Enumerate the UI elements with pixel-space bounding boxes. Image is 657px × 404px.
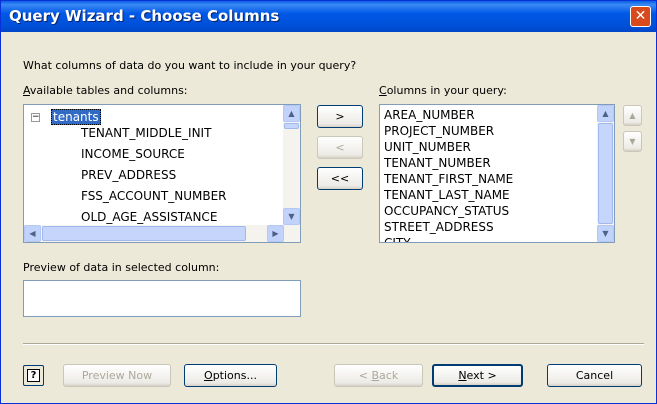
available-column-item[interactable]: TENANT_MIDDLE_INIT xyxy=(81,125,211,141)
selected-column-item[interactable]: UNIT_NUMBER xyxy=(384,139,471,155)
back-button[interactable]: < Back xyxy=(334,364,423,387)
help-icon: ? xyxy=(27,369,40,382)
selected-columns-items: AREA_NUMBER PROJECT_NUMBER UNIT_NUMBER T… xyxy=(384,107,594,242)
window-title: Query Wizard - Choose Columns xyxy=(9,7,280,25)
move-up-arrow-icon: ▲ xyxy=(629,111,636,120)
available-columns-list: TENANT_MIDDLE_INIT INCOME_SOURCE PREV_AD… xyxy=(81,125,281,225)
horizontal-scroll-thumb[interactable] xyxy=(42,226,246,241)
scroll-thumb[interactable] xyxy=(598,123,613,224)
available-horizontal-scrollbar[interactable]: ◀ ▶ xyxy=(24,225,300,242)
help-button[interactable]: ? xyxy=(23,365,44,386)
scroll-up-arrow-icon[interactable]: ▲ xyxy=(283,105,300,122)
selected-column-item[interactable]: TENANT_NUMBER xyxy=(384,155,491,171)
remove-all-columns-button[interactable]: << xyxy=(317,167,363,190)
query-wizard-window: Query Wizard - Choose Columns ✕ What col… xyxy=(0,0,657,404)
move-down-button[interactable]: ▼ xyxy=(623,131,642,152)
options-button[interactable]: Options... xyxy=(184,364,277,387)
move-up-button[interactable]: ▲ xyxy=(623,105,642,126)
collapse-toggle-icon[interactable]: − xyxy=(31,113,40,122)
available-columns-tree[interactable]: − tenants TENANT_MIDDLE_INIT INCOME_SOUR… xyxy=(23,104,301,243)
selected-column-item[interactable]: PROJECT_NUMBER xyxy=(384,123,494,139)
selected-column-item[interactable]: OCCUPANCY_STATUS xyxy=(384,203,509,219)
footer-divider xyxy=(23,343,644,345)
scroll-up-arrow-icon[interactable]: ▲ xyxy=(597,105,614,122)
close-icon: ✕ xyxy=(634,8,647,24)
selected-column-item[interactable]: AREA_NUMBER xyxy=(384,107,475,123)
scroll-right-arrow-icon[interactable]: ▶ xyxy=(267,225,284,242)
selected-vertical-scrollbar[interactable]: ▲ ▼ xyxy=(597,105,614,242)
available-column-item[interactable]: FSS_ACCOUNT_NUMBER xyxy=(81,188,226,204)
available-vertical-scrollbar[interactable]: ▲ ▼ xyxy=(283,105,300,225)
next-button[interactable]: Next > xyxy=(432,364,523,387)
selected-columns-label: Columns in your query: xyxy=(379,84,507,97)
add-column-button[interactable]: > xyxy=(317,105,363,128)
selected-column-item[interactable]: TENANT_FIRST_NAME xyxy=(384,171,513,187)
available-columns-label: Available tables and columns: xyxy=(23,84,188,97)
selected-columns-list[interactable]: AREA_NUMBER PROJECT_NUMBER UNIT_NUMBER T… xyxy=(379,104,615,243)
preview-label: Preview of data in selected column: xyxy=(23,261,220,274)
table-node-tenants[interactable]: tenants xyxy=(51,109,101,125)
scroll-down-arrow-icon[interactable]: ▼ xyxy=(597,225,614,242)
scroll-left-arrow-icon[interactable]: ◀ xyxy=(24,225,41,242)
scroll-thumb[interactable] xyxy=(284,123,299,129)
selected-column-item[interactable]: STREET_ADDRESS xyxy=(384,219,494,235)
close-button[interactable]: ✕ xyxy=(630,6,651,27)
preview-box[interactable] xyxy=(23,280,301,317)
cancel-button[interactable]: Cancel xyxy=(547,364,642,387)
preview-now-button[interactable]: Preview Now xyxy=(63,364,171,387)
remove-column-button[interactable]: < xyxy=(317,136,363,159)
move-down-arrow-icon: ▼ xyxy=(629,137,636,146)
scroll-down-arrow-icon[interactable]: ▼ xyxy=(283,208,300,225)
prompt-text: What columns of data do you want to incl… xyxy=(23,59,357,72)
available-column-item[interactable]: INCOME_SOURCE xyxy=(81,146,185,162)
available-column-item[interactable]: PREV_ADDRESS xyxy=(81,167,176,183)
title-bar[interactable]: Query Wizard - Choose Columns ✕ xyxy=(1,1,656,32)
selected-column-item[interactable]: CITY xyxy=(384,235,411,242)
selected-column-item[interactable]: TENANT_LAST_NAME xyxy=(384,187,510,203)
available-column-item[interactable]: OLD_AGE_ASSISTANCE xyxy=(81,209,217,225)
